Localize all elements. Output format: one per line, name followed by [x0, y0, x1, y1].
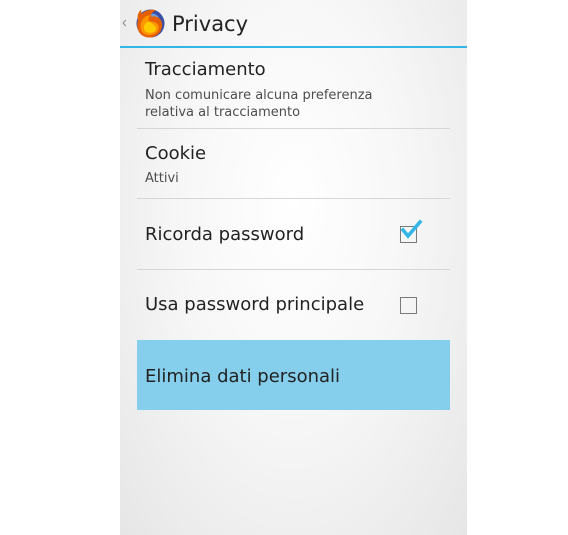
checkmark-icon: [400, 219, 423, 239]
page-title: Privacy: [172, 12, 249, 36]
pref-tracking[interactable]: Tracciamento Non comunicare alcuna prefe…: [137, 59, 450, 129]
pref-cookie[interactable]: Cookie Attivi: [137, 129, 450, 199]
pref-title: Elimina dati personali: [145, 366, 341, 387]
pref-title: Ricorda password: [145, 224, 305, 245]
pref-master-password[interactable]: Usa password principale: [137, 270, 450, 340]
pref-clear-private-data[interactable]: Elimina dati personali: [137, 340, 450, 410]
pref-summary: Non comunicare alcuna preferenza relativ…: [145, 88, 373, 120]
firefox-logo-icon[interactable]: [134, 7, 167, 40]
back-chevron-icon[interactable]: ‹: [122, 13, 127, 33]
pref-title: Usa password principale: [145, 294, 365, 315]
remember-passwords-checkbox[interactable]: [400, 219, 423, 243]
pref-title: Tracciamento: [145, 59, 266, 80]
pref-summary: Attivi: [145, 171, 179, 186]
pref-remember-passwords[interactable]: Ricorda password: [137, 199, 450, 270]
master-password-checkbox[interactable]: [400, 297, 417, 314]
preference-list: Tracciamento Non comunicare alcuna prefe…: [137, 59, 450, 410]
pref-title: Cookie: [145, 143, 207, 164]
phone-screen: ‹ Privacy Tracciamento Non comunicare al…: [120, 0, 467, 535]
action-bar: ‹ Privacy: [120, 0, 467, 48]
